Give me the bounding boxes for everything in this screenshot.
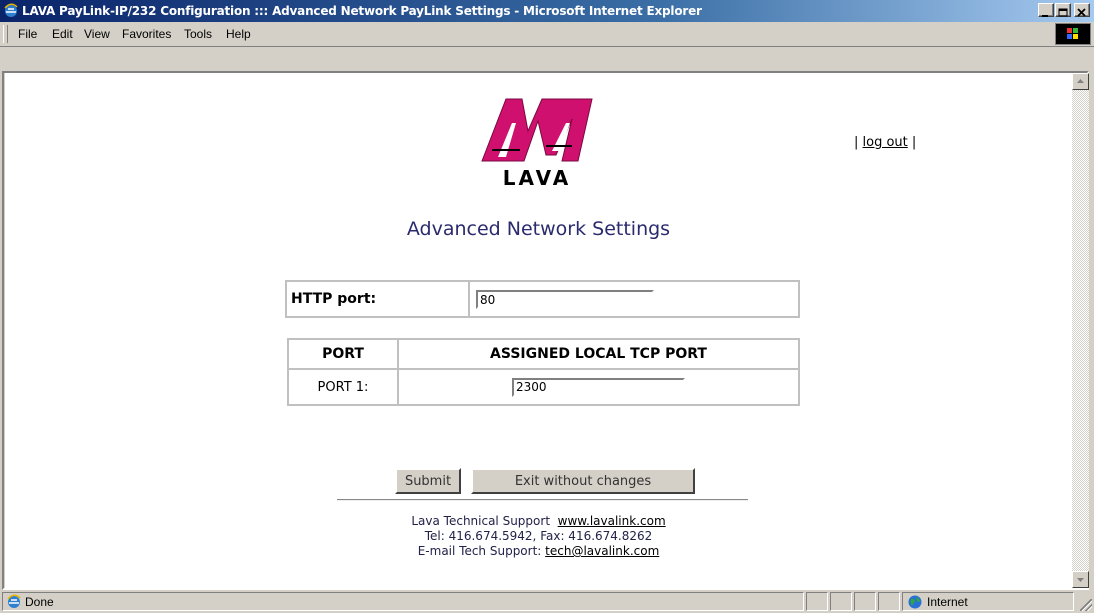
status-text: Done [25, 595, 54, 609]
minimize-button[interactable] [1038, 3, 1054, 17]
status-pane [854, 592, 876, 611]
logout-separator-left: | [854, 135, 859, 150]
menu-help[interactable]: Help [226, 27, 251, 41]
maximize-icon [1058, 8, 1068, 17]
logout-area: | log out | [854, 135, 916, 150]
arrow-up-icon [1077, 79, 1084, 83]
menu-bar: File Edit View Favorites Tools Help [0, 22, 1094, 47]
lava-logo: LAVA [481, 98, 593, 189]
internet-explorer-icon [4, 3, 18, 17]
status-bar: Done Internet [0, 590, 1094, 613]
windows-logo-icon [1055, 23, 1091, 45]
support-label: Lava Technical Support [411, 514, 551, 528]
window-title-bar[interactable]: LAVA PayLink-IP/232 Configuration ::: Ad… [0, 0, 1094, 22]
svg-text:LAVA: LAVA [503, 166, 571, 189]
status-pane [806, 592, 828, 611]
port-label: PORT 1: [287, 368, 399, 406]
page-done-icon [7, 594, 21, 608]
scroll-up-button[interactable] [1072, 73, 1089, 90]
tcp-port-input[interactable] [512, 377, 685, 397]
status-pane [830, 592, 852, 611]
arrow-down-icon [1077, 578, 1084, 582]
table-row: PORT 1: [287, 368, 800, 406]
port-column-header: PORT [287, 338, 399, 370]
tcp-port-column-header: ASSIGNED LOCAL TCP PORT [397, 338, 800, 370]
status-pane [878, 592, 900, 611]
email-label: E-mail Tech Support: [417, 544, 542, 558]
close-button[interactable] [1074, 3, 1090, 17]
logout-link[interactable]: log out [863, 135, 908, 150]
close-icon [1077, 8, 1086, 17]
footer: Lava Technical Support www.lavalink.com … [5, 514, 1072, 559]
minimize-icon [1042, 15, 1048, 17]
page-viewport: LAVA | log out | Advanced Network Settin… [5, 73, 1072, 588]
http-port-table: HTTP port: [285, 280, 800, 318]
menu-file[interactable]: File [18, 27, 37, 41]
support-email-link[interactable]: tech@lavalink.com [545, 544, 659, 558]
security-zone-label: Internet [927, 595, 968, 609]
status-main-pane: Done [2, 592, 804, 611]
window-title: LAVA PayLink-IP/232 Configuration ::: Ad… [22, 4, 702, 18]
page-title: Advanced Network Settings [406, 218, 671, 240]
resize-grip[interactable] [1080, 599, 1092, 611]
menu-edit[interactable]: Edit [52, 27, 73, 41]
http-port-input[interactable] [476, 290, 654, 310]
submit-button[interactable]: Submit [395, 468, 461, 494]
internet-zone-icon [908, 595, 922, 609]
support-website-link[interactable]: www.lavalink.com [558, 514, 666, 528]
scroll-down-button[interactable] [1072, 571, 1089, 588]
toolbar-grip[interactable] [3, 25, 8, 43]
footer-divider [337, 499, 748, 501]
security-zone-pane[interactable]: Internet [902, 592, 1074, 611]
exit-without-changes-button[interactable]: Exit without changes [471, 468, 695, 494]
vertical-scrollbar[interactable] [1072, 73, 1089, 588]
ports-table: PORT ASSIGNED LOCAL TCP PORT PORT 1: [287, 338, 800, 406]
menu-favorites[interactable]: Favorites [122, 27, 171, 41]
menu-view[interactable]: View [84, 27, 110, 41]
menu-tools[interactable]: Tools [184, 27, 212, 41]
maximize-button[interactable] [1055, 3, 1071, 17]
support-phone: Tel: 416.674.5942, Fax: 416.674.8262 [424, 529, 653, 543]
http-port-label: HTTP port: [285, 280, 470, 318]
logout-separator-right: | [911, 135, 917, 150]
